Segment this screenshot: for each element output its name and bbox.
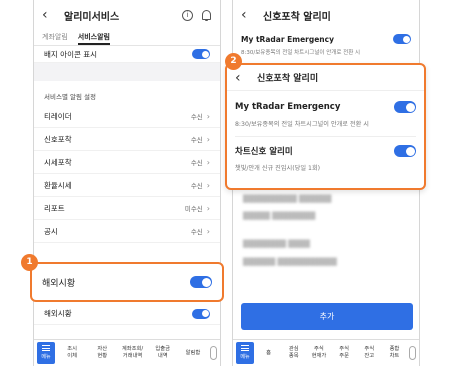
tab-account-alert[interactable]: 계좌알림 <box>42 30 68 45</box>
menu-button[interactable]: 메뉴 <box>236 342 254 364</box>
service-label: 시세포착 <box>44 157 72 167</box>
highlight-label: 해외시황 <box>42 278 76 289</box>
service-row-report[interactable]: 리포트 미수신 › <box>34 197 220 220</box>
service-row-fx[interactable]: 환율시세 수신 › <box>34 174 220 197</box>
left-phone-screen: ‹ 알리미서비스 i 계좌알림 서비스알림 배지 아이콘 표시 서비스별 알림 … <box>33 0 221 366</box>
service-status: 수신 <box>190 136 203 144</box>
popup-tradar-desc: 8:30/보유종목의 전일 차트시그널이 안개로 전환 시 <box>235 121 369 128</box>
popup-tradar-label: My tRadar Emergency <box>235 102 341 112</box>
nav-item-history[interactable]: 계좌조회/ 거래내역 <box>117 346 147 360</box>
tradar-desc: 8:30/보유종목의 전일 차트시그널이 안개로 전환 시 <box>241 50 361 56</box>
add-button[interactable]: 추가 <box>241 303 413 330</box>
chevron-right-icon: › <box>206 111 210 121</box>
bottom-navigation: 메뉴 홈 관심 종목 주식 현재가 주식 주문 주식 잔고 종합 차트 <box>233 339 419 366</box>
popup-tradar-toggle[interactable] <box>394 101 416 113</box>
nav-item-deposit[interactable]: 입출금 내역 <box>148 346 178 360</box>
info-icon[interactable]: i <box>182 9 193 21</box>
hamburger-icon <box>241 345 249 351</box>
tab-bar: 계좌알림 서비스알림 <box>34 30 220 46</box>
back-icon[interactable]: ‹ <box>42 7 58 23</box>
service-row-tradar[interactable]: 티레이더 수신 › <box>34 105 220 128</box>
nav-item-balance[interactable]: 주식 잔고 <box>357 346 382 360</box>
nav-item-price[interactable]: 주식 현재가 <box>306 346 331 360</box>
badge-icon-toggle[interactable] <box>192 49 210 59</box>
chevron-right-icon: › <box>206 226 210 236</box>
screenshot-stage: ‹ 알리미서비스 i 계좌알림 서비스알림 배지 아이콘 표시 서비스별 알림 … <box>0 0 458 366</box>
tradar-label: My tRadar Emergency <box>241 34 334 44</box>
highlight-overseas-market: 해외시황 <box>30 262 224 302</box>
chevron-right-icon: › <box>206 203 210 213</box>
page-title: 신호포착 알리미 <box>263 11 331 23</box>
right-topbar: ‹ 신호포착 알리미 <box>233 0 419 30</box>
hamburger-icon <box>42 345 50 351</box>
chevron-right-icon: › <box>206 180 210 190</box>
overseas-market-row: 해외시황 <box>34 303 220 325</box>
service-label: 신호포착 <box>44 134 72 144</box>
service-label: 리포트 <box>44 203 65 213</box>
scroll-indicator <box>210 346 218 360</box>
service-row-price[interactable]: 시세포착 수신 › <box>34 151 220 174</box>
highlight-row[interactable]: 해외시황 <box>32 264 222 300</box>
chevron-right-icon: › <box>206 157 210 167</box>
service-label: 환율시세 <box>44 180 72 190</box>
chevron-right-icon: › <box>206 134 210 144</box>
popup-chart-signal-toggle[interactable] <box>394 145 416 157</box>
section-divider <box>34 63 220 81</box>
popup-row-tradar: My tRadar Emergency 8:30/보유종목의 전일 차트시그널이… <box>227 91 424 128</box>
service-row-disclosure[interactable]: 공시 수신 › <box>34 220 220 243</box>
section-title: 서비스별 알림 설정 <box>44 93 96 101</box>
service-status: 수신 <box>190 113 203 121</box>
popup-row-chart-signal: 차트신호 알리미 챗빛/안개 신규 진입시(당일 1회) <box>227 137 424 172</box>
bottom-navigation: 메뉴 조시 이체 자산 현황 계좌조회/ 거래내역 입출금 내역 알림함 <box>34 339 220 366</box>
menu-label: 메뉴 <box>41 354 51 360</box>
service-status: 미수신 <box>184 205 203 213</box>
popup-chart-signal-label: 차트신호 알리미 <box>235 147 293 157</box>
service-label: 티레이더 <box>44 111 72 121</box>
overseas-market-label: 해외시황 <box>44 309 72 318</box>
badge-icon-label: 배지 아이콘 표시 <box>44 49 98 59</box>
tradar-row: My tRadar Emergency 8:30/보유종목의 전일 차트시그널이… <box>233 30 419 56</box>
step-badge-2: 2 <box>225 53 242 70</box>
nav-item-watchlist[interactable]: 관심 종목 <box>281 346 306 360</box>
menu-label: 메뉴 <box>240 354 250 360</box>
service-status: 수신 <box>190 159 203 167</box>
tab-service-alert[interactable]: 서비스알림 <box>77 30 110 45</box>
tradar-toggle[interactable] <box>393 34 411 44</box>
nav-item-order[interactable]: 주식 주문 <box>332 346 357 360</box>
overseas-market-toggle-small[interactable] <box>192 308 210 319</box>
nav-item-assets[interactable]: 자산 현황 <box>87 346 117 360</box>
blurred-text: █████ ████████ <box>243 212 316 220</box>
blurred-text: ████████ ████ <box>243 240 310 248</box>
overseas-market-toggle[interactable] <box>190 276 212 288</box>
nav-item-home[interactable]: 홈 <box>256 350 281 357</box>
blurred-text: ██████████ ██████ <box>243 195 332 203</box>
nav-item-inbox[interactable]: 알림함 <box>178 350 208 357</box>
step-badge-1: 1 <box>21 254 38 271</box>
service-row-signal[interactable]: 신호포착 수신 › <box>34 128 220 151</box>
popup-header: ‹ 신호포착 알리미 <box>227 65 424 91</box>
nav-item-chart[interactable]: 종합 차트 <box>382 346 407 360</box>
service-label: 공시 <box>44 226 58 236</box>
scroll-indicator <box>409 346 417 360</box>
popup-title: 신호포착 알리미 <box>257 74 319 84</box>
page-title: 알리미서비스 <box>64 11 120 23</box>
back-icon[interactable]: ‹ <box>241 7 257 23</box>
left-topbar: ‹ 알리미서비스 i <box>34 0 220 30</box>
bell-icon[interactable] <box>201 9 212 21</box>
back-icon[interactable]: ‹ <box>235 70 251 86</box>
menu-button[interactable]: 메뉴 <box>37 342 55 364</box>
highlight-signal-popup: ‹ 신호포착 알리미 My tRadar Emergency 8:30/보유종목… <box>225 63 426 190</box>
badge-icon-row: 배지 아이콘 표시 <box>34 46 220 63</box>
service-status: 수신 <box>190 228 203 236</box>
popup-chart-signal-desc: 챗빛/안개 신규 진입시(당일 1회) <box>235 165 321 172</box>
service-status: 수신 <box>190 182 203 190</box>
blurred-text: ██████ ███████████ <box>243 258 337 266</box>
nav-item-transfer[interactable]: 조시 이체 <box>57 346 87 360</box>
